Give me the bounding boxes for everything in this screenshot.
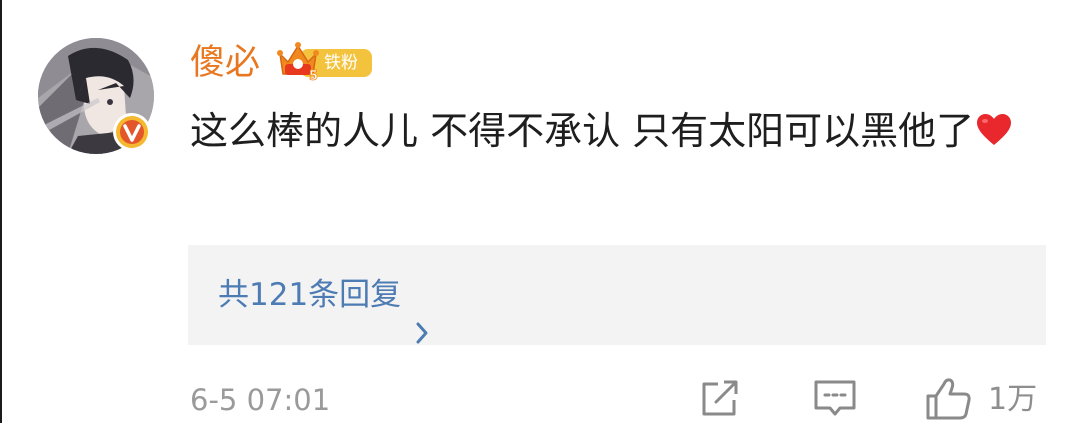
replies-count-label: 共121条回复 <box>218 277 402 313</box>
fan-badge-label: 铁粉 <box>324 53 358 73</box>
screen-edge <box>0 0 2 423</box>
thumbs-up-icon <box>924 376 974 422</box>
share-icon <box>698 376 742 420</box>
comment-icon <box>812 376 858 420</box>
chevron-right-icon <box>415 285 429 343</box>
user-avatar[interactable] <box>38 38 154 154</box>
verified-v-badge <box>112 112 152 152</box>
crown-icon: 5 <box>276 40 320 84</box>
comment-body: 这么棒的人儿 不得不承认 只有太阳可以黑他了 <box>190 109 975 153</box>
replies-panel: 共121条回复 <box>188 245 1046 345</box>
heart-icon <box>976 103 1012 145</box>
comment-text: 这么棒的人儿 不得不承认 只有太阳可以黑他了 <box>190 100 1040 162</box>
share-button[interactable] <box>698 376 742 422</box>
view-replies-link[interactable]: 共121条回复 <box>218 245 429 345</box>
fan-level: 5 <box>309 69 318 82</box>
fan-badge[interactable]: 铁粉 5 <box>276 40 372 84</box>
username[interactable]: 傻必 <box>190 38 260 88</box>
comment-button[interactable] <box>812 376 858 422</box>
like-count: 1万 <box>988 382 1038 417</box>
comment-timestamp: 6-5 07:01 <box>190 383 331 417</box>
like-button[interactable]: 1万 <box>924 376 1052 422</box>
